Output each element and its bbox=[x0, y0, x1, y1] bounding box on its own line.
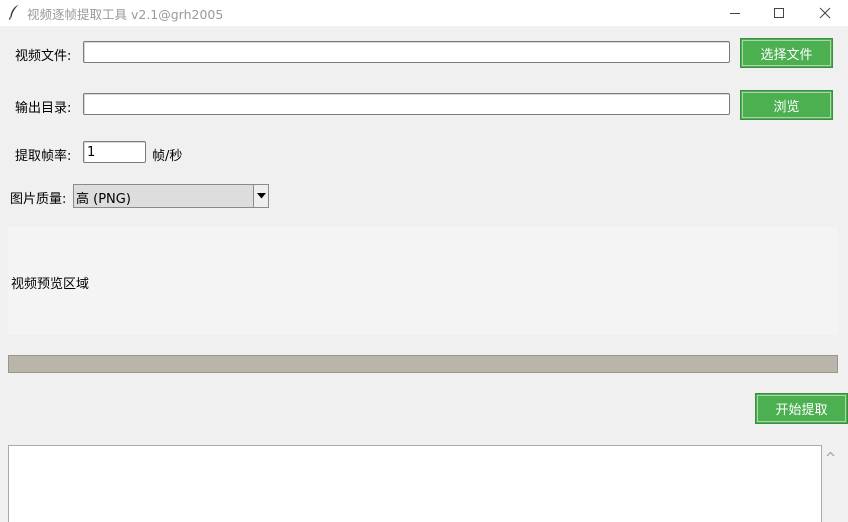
feather-icon bbox=[8, 4, 19, 20]
output-dir-input[interactable] bbox=[83, 93, 730, 115]
browse-button[interactable]: 浏览 bbox=[740, 90, 833, 120]
video-file-label: 视频文件: bbox=[15, 49, 72, 64]
quality-label: 图片质量: bbox=[10, 192, 67, 207]
choose-file-button[interactable]: 选择文件 bbox=[740, 38, 833, 68]
title-bar: 视频逐帧提取工具 v2.1@grh2005 bbox=[0, 0, 848, 26]
close-icon bbox=[819, 7, 831, 19]
video-file-input[interactable] bbox=[83, 41, 730, 63]
quality-dropdown-button[interactable] bbox=[253, 185, 268, 207]
frame-rate-input[interactable] bbox=[83, 141, 146, 163]
minimize-button[interactable] bbox=[712, 0, 758, 26]
start-extraction-button[interactable]: 开始提取 bbox=[755, 393, 848, 424]
maximize-icon bbox=[774, 8, 784, 18]
video-preview-area: 视频预览区域 bbox=[8, 227, 838, 335]
minimize-icon bbox=[730, 13, 740, 14]
extraction-progress-bar bbox=[8, 355, 838, 373]
frame-rate-unit: 帧/秒 bbox=[152, 149, 183, 164]
frame-rate-label: 提取帧率: bbox=[15, 149, 72, 164]
log-output-textbox[interactable] bbox=[8, 445, 822, 522]
quality-select[interactable]: 高 (PNG) bbox=[73, 184, 269, 208]
window-title: 视频逐帧提取工具 v2.1@grh2005 bbox=[27, 7, 224, 22]
scroll-up-button[interactable] bbox=[822, 445, 839, 462]
log-scrollbar[interactable] bbox=[822, 445, 839, 522]
chevron-down-icon bbox=[256, 193, 266, 199]
chevron-up-icon bbox=[826, 451, 835, 456]
quality-selected-value: 高 (PNG) bbox=[76, 192, 131, 207]
maximize-button[interactable] bbox=[756, 0, 802, 26]
output-dir-label: 输出目录: bbox=[15, 101, 72, 116]
close-button[interactable] bbox=[802, 0, 848, 26]
video-preview-placeholder: 视频预览区域 bbox=[11, 277, 90, 292]
